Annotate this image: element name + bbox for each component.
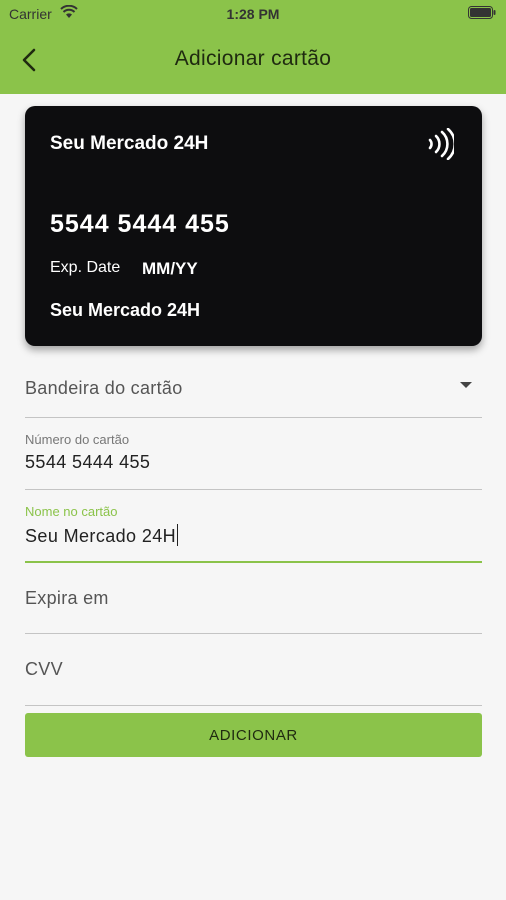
card-number: 5544 5444 455 [50,210,230,238]
card-exp-label: Exp. Date [50,259,121,276]
card-name-label: Nome no cartão [25,504,118,519]
card-name-field[interactable]: Nome no cartão Seu Mercado 24H [25,498,482,563]
card-brand-placeholder: Bandeira do cartão [25,378,183,398]
status-time: 1:28 PM [226,6,280,22]
card-number-value: 5544 5444 455 [25,452,151,472]
text-caret [177,524,179,546]
cvv-placeholder: CVV [25,659,63,679]
card-brand: Seu Mercado 24H [50,133,209,154]
app-header: Carrier 1:28 PM Adicionar cartão [0,0,506,94]
card-brand-select[interactable]: Bandeira do cartão [25,360,482,418]
page-title: Adicionar cartão [174,47,332,70]
add-card-button[interactable]: ADICIONAR [25,713,482,757]
dropdown-arrow-icon [460,382,472,388]
status-bar: Carrier 1:28 PM [0,0,506,28]
cvv-field[interactable]: CVV [25,642,482,706]
card-exp-value: MM/YY [142,259,198,278]
nav-bar: Adicionar cartão [0,40,506,80]
battery-icon [468,6,496,19]
card-number-label: Número do cartão [25,432,130,447]
expiry-placeholder: Expira em [25,588,109,608]
credit-card-preview: Seu Mercado 24H 5544 5444 455 Exp. Date … [25,106,482,346]
contactless-icon [428,128,454,160]
card-number-field[interactable]: Número do cartão 5544 5444 455 [25,426,482,490]
expiry-field[interactable]: Expira em [25,572,482,634]
card-name-value: Seu Mercado 24H [25,526,177,546]
card-holder-name: Seu Mercado 24H [50,300,201,320]
